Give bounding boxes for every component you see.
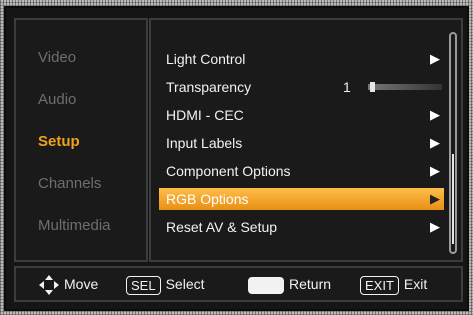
chevron-right-icon: ▶: [430, 163, 440, 178]
move-arrows-icon: [38, 274, 60, 296]
category-multimedia[interactable]: Multimedia: [38, 217, 111, 234]
legend-move: Move: [38, 268, 98, 300]
legend-exit: EXIT Exit: [360, 268, 427, 300]
menu-item-label: Reset AV & Setup: [166, 219, 278, 235]
menu-item-transparency[interactable]: Transparency 1: [159, 76, 444, 98]
scrollbar-thumb[interactable]: [452, 153, 454, 244]
transparency-slider-track[interactable]: [368, 84, 442, 90]
button-legend: Move SEL Select Return EXIT Exit: [14, 266, 463, 302]
transparency-slider-knob[interactable]: [370, 82, 376, 92]
category-audio[interactable]: Audio: [38, 91, 76, 108]
menu-item-label: Component Options: [166, 163, 291, 179]
chevron-right-icon: ▶: [430, 135, 440, 150]
legend-return: Return: [248, 268, 331, 300]
menu-item-light-control[interactable]: Light Control ▶: [159, 48, 444, 70]
legend-select-label: Select: [165, 276, 205, 292]
chevron-right-icon: ▶: [430, 51, 440, 66]
menu-item-label: Light Control: [166, 51, 246, 67]
chevron-right-icon: ▶: [430, 191, 440, 206]
menu-item-rgb-options[interactable]: RGB Options ▶: [159, 188, 444, 210]
chevron-right-icon: ▶: [430, 219, 440, 234]
legend-return-label: Return: [289, 276, 332, 292]
menu-item-label: Transparency: [166, 79, 252, 95]
menu-item-input-labels[interactable]: Input Labels ▶: [159, 132, 444, 154]
menu-item-label: RGB Options: [166, 191, 249, 207]
category-channels[interactable]: Channels: [38, 175, 101, 192]
menu-scrollbar[interactable]: [449, 32, 457, 254]
return-key-icon: [248, 276, 284, 294]
menu-item-hdmi-cec[interactable]: HDMI - CEC ▶: [159, 104, 444, 126]
category-setup[interactable]: Setup: [38, 133, 80, 150]
legend-exit-label: Exit: [403, 276, 428, 292]
chevron-right-icon: ▶: [430, 107, 440, 122]
osd-screen: Video Audio Setup Channels Multimedia Li…: [4, 6, 469, 311]
legend-select: SEL Select: [126, 268, 205, 300]
transparency-value: 1: [343, 79, 351, 95]
legend-move-label: Move: [64, 276, 99, 292]
menu-item-component-options[interactable]: Component Options ▶: [159, 160, 444, 182]
sel-key-icon: SEL: [126, 275, 161, 295]
setup-submenu: Light Control ▶ Transparency 1 HDMI - CE…: [149, 18, 463, 262]
category-menu: Video Audio Setup Channels Multimedia: [14, 18, 148, 262]
exit-key-icon: EXIT: [360, 275, 399, 295]
category-video[interactable]: Video: [38, 49, 76, 66]
menu-item-label: HDMI - CEC: [166, 107, 244, 123]
tv-bezel: Video Audio Setup Channels Multimedia Li…: [0, 0, 473, 315]
menu-item-reset-av-setup[interactable]: Reset AV & Setup ▶: [159, 216, 444, 238]
menu-item-label: Input Labels: [166, 135, 243, 151]
